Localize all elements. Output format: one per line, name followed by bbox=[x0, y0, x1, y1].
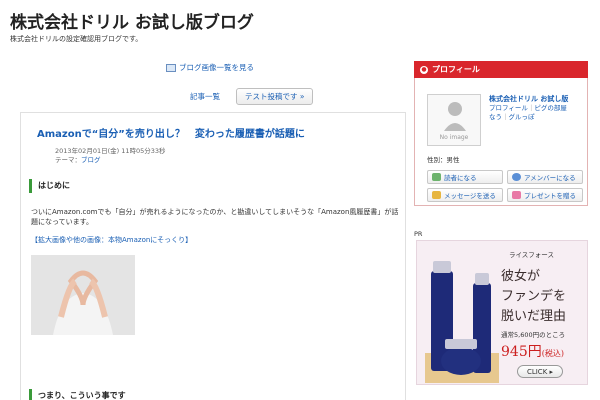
ad-click-button[interactable]: CLICK ▸ bbox=[517, 365, 563, 378]
ad-headline-1: 彼女が bbox=[501, 269, 541, 284]
ad-price: 945円(税込) bbox=[501, 341, 564, 361]
profile-header: ● プロフィール bbox=[414, 61, 588, 78]
become-member-label: アメンバーになる bbox=[524, 174, 576, 182]
profile-box: No image 株式会社ドリル お試し版 プロフィール｜ピグの部屋 なう｜グル… bbox=[414, 78, 588, 206]
enlarge-image-link[interactable]: 【拡大画像や他の画像：本物Amazonにそっくり】 bbox=[31, 235, 192, 245]
send-present-label: プレゼントを贈る bbox=[524, 192, 576, 200]
send-message-button[interactable]: メッセージを送る bbox=[427, 188, 503, 202]
image-icon bbox=[166, 63, 176, 72]
profile-header-label: プロフィール bbox=[432, 65, 480, 74]
profile-link[interactable]: プロフィール bbox=[489, 104, 528, 112]
ad-price-value: 945円 bbox=[501, 344, 542, 360]
reader-icon bbox=[432, 173, 441, 181]
theme-link[interactable]: ブログ bbox=[81, 156, 101, 164]
article-card: Amazonで“自分”を売り出し？ 変わった履歴書が話題に 2013年02月01… bbox=[20, 112, 406, 400]
send-message-label: メッセージを送る bbox=[444, 192, 496, 200]
ad-normal-price: 通常5,600円のところ bbox=[501, 331, 566, 339]
blog-description: 株式会社ドリルの設定確認用ブログです。 bbox=[10, 35, 143, 43]
group-link[interactable]: グルっぽ bbox=[509, 113, 535, 121]
article-photo[interactable] bbox=[31, 255, 135, 335]
article-nav: 記事一覧 テスト投稿です » bbox=[190, 88, 314, 105]
pigg-room-link[interactable]: ピグの部屋 bbox=[534, 104, 567, 112]
become-reader-button[interactable]: 読者になる bbox=[427, 170, 503, 184]
section-heading-summary: つまり、こういう事です bbox=[29, 389, 126, 400]
profile-name[interactable]: 株式会社ドリル お試し版 bbox=[489, 94, 568, 104]
avatar-placeholder-icon bbox=[444, 102, 466, 131]
become-reader-label: 読者になる bbox=[444, 174, 477, 182]
profile-avatar[interactable]: No image bbox=[427, 94, 481, 146]
become-member-button[interactable]: アメンバーになる bbox=[507, 170, 583, 184]
cosmetic-bottles-image bbox=[425, 261, 499, 383]
image-list-link[interactable]: ブログ画像一覧を見る bbox=[166, 62, 254, 73]
image-list-label: ブログ画像一覧を見る bbox=[179, 63, 254, 72]
send-present-button[interactable]: プレゼントを贈る bbox=[507, 188, 583, 202]
article-theme: テーマ：ブログ bbox=[55, 154, 101, 164]
ad-headline-2: ファンデを bbox=[501, 289, 567, 304]
ad-brand: ライスフォース bbox=[509, 251, 554, 259]
gift-icon bbox=[512, 191, 521, 199]
ad-tax: (税込) bbox=[541, 349, 564, 358]
profile-links: プロフィール｜ピグの部屋 なう｜グルっぽ bbox=[489, 104, 585, 122]
article-title[interactable]: Amazonで“自分”を売り出し？ 変わった履歴書が話題に bbox=[37, 125, 305, 140]
ad-headline-3: 脱いだ理由 bbox=[501, 309, 567, 324]
pr-label: PR bbox=[414, 230, 423, 238]
heart-hands-image bbox=[31, 255, 135, 335]
profile-gender: 性別：男性 bbox=[427, 156, 460, 164]
no-image-text: No image bbox=[439, 134, 469, 141]
section-heading-intro: はじめに bbox=[29, 179, 70, 193]
current-article-button[interactable]: テスト投稿です » bbox=[236, 88, 314, 105]
profile-icon: ● bbox=[420, 65, 428, 74]
now-link[interactable]: なう bbox=[489, 113, 502, 121]
article-list-link[interactable]: 記事一覧 bbox=[190, 91, 220, 102]
theme-label: テーマ： bbox=[55, 156, 81, 164]
envelope-icon bbox=[432, 191, 441, 199]
blog-title[interactable]: 株式会社ドリル お試し版ブログ bbox=[10, 8, 254, 33]
member-icon bbox=[512, 173, 521, 181]
article-body: ついにAmazon.comでも「自分」が売れるようになったのか、と勘違いしてしま… bbox=[31, 208, 399, 226]
ad-banner[interactable]: ライスフォース 彼女が ファンデを 脱いだ理由 通常5,600円のところ 945… bbox=[416, 240, 588, 385]
